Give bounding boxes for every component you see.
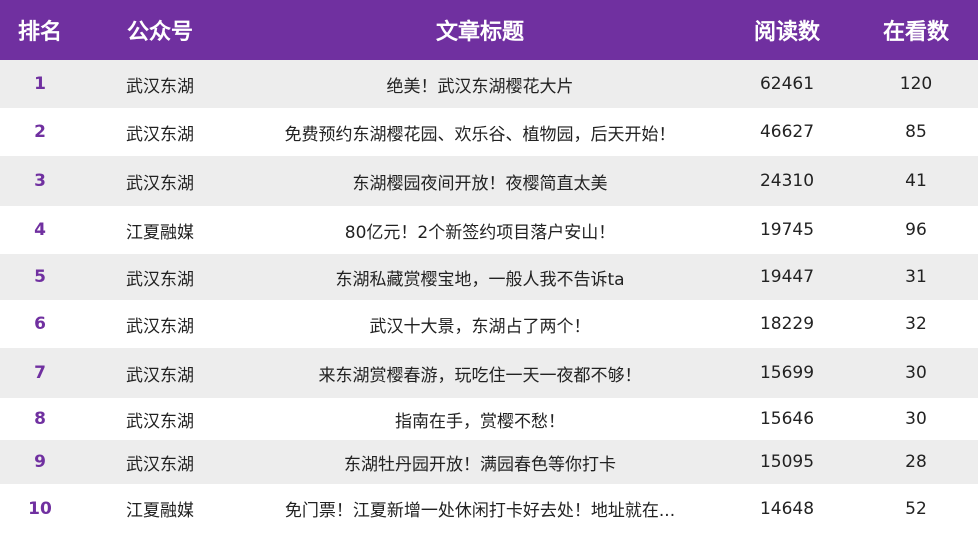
account-cell: 武汉东湖 xyxy=(126,316,194,337)
table-row[interactable]: 7 武汉东湖 来东湖赏樱春游，玩吃住一天一夜都不够！ 15699 30 xyxy=(0,348,978,398)
reads-cell: 46627 xyxy=(759,122,815,142)
views-cell: 41 xyxy=(905,171,927,191)
header-rank[interactable]: 排名 xyxy=(0,0,80,60)
reads-cell: 19447 xyxy=(759,267,815,287)
title-cell[interactable]: 武汉十大景，东湖占了两个！ xyxy=(240,300,720,348)
table-header: 排名 公众号 文章标题 阅读数 在看数 xyxy=(0,0,978,60)
rank-cell: 3 xyxy=(34,171,46,191)
table-row[interactable]: 6 武汉东湖 武汉十大景，东湖占了两个！ 18229 32 xyxy=(0,300,978,348)
reads-cell: 15699 xyxy=(759,363,815,383)
reads-cell: 24310 xyxy=(759,171,815,191)
account-cell: 江夏融媒 xyxy=(126,501,194,521)
rank-cell: 2 xyxy=(34,122,46,142)
rank-cell: 1 xyxy=(34,74,46,94)
views-cell: 30 xyxy=(905,363,927,383)
reads-cell: 15095 xyxy=(759,452,815,472)
title-cell[interactable]: 免门票！江夏新增一处休闲打卡好去处！地址就在... xyxy=(240,484,720,533)
table-row[interactable]: 10 江夏融媒 免门票！江夏新增一处休闲打卡好去处！地址就在... 14648 … xyxy=(0,484,978,533)
account-cell: 武汉东湖 xyxy=(126,173,194,194)
header-views[interactable]: 在看数 xyxy=(854,0,978,60)
title-cell[interactable]: 指南在手，赏樱不愁！ xyxy=(240,398,720,440)
header-account[interactable]: 公众号 xyxy=(80,0,240,60)
account-cell: 武汉东湖 xyxy=(126,269,194,290)
ranking-table: 排名 公众号 文章标题 阅读数 在看数 1 武汉东湖 绝美！武汉东湖樱花大片 6… xyxy=(0,0,978,533)
account-cell: 武汉东湖 xyxy=(126,124,194,145)
rank-cell: 7 xyxy=(34,363,46,383)
title-cell[interactable]: 东湖牡丹园开放！满园春色等你打卡 xyxy=(240,440,720,484)
reads-cell: 14648 xyxy=(759,498,815,519)
views-cell: 31 xyxy=(905,267,927,287)
account-cell: 武汉东湖 xyxy=(126,365,194,386)
views-cell: 96 xyxy=(905,220,927,240)
table-row[interactable]: 5 武汉东湖 东湖私藏赏樱宝地，一般人我不告诉ta 19447 31 xyxy=(0,254,978,300)
reads-cell: 62461 xyxy=(759,74,815,94)
header-title[interactable]: 文章标题 xyxy=(240,0,720,60)
account-cell: 江夏融媒 xyxy=(126,222,194,243)
rank-cell: 10 xyxy=(28,498,52,519)
rank-cell: 6 xyxy=(34,314,46,334)
table-row[interactable]: 4 江夏融媒 80亿元！2个新签约项目落户安山！ 19745 96 xyxy=(0,206,978,254)
header-reads[interactable]: 阅读数 xyxy=(720,0,854,60)
title-cell[interactable]: 来东湖赏樱春游，玩吃住一天一夜都不够！ xyxy=(240,348,720,398)
table-row[interactable]: 9 武汉东湖 东湖牡丹园开放！满园春色等你打卡 15095 28 xyxy=(0,440,978,484)
table-row[interactable]: 3 武汉东湖 东湖樱园夜间开放！夜樱简直太美 24310 41 xyxy=(0,156,978,206)
title-cell[interactable]: 东湖樱园夜间开放！夜樱简直太美 xyxy=(240,156,720,206)
views-cell: 32 xyxy=(905,314,927,334)
rank-cell: 5 xyxy=(34,267,46,287)
views-cell: 30 xyxy=(905,409,927,429)
views-cell: 52 xyxy=(905,498,927,519)
title-cell[interactable]: 绝美！武汉东湖樱花大片 xyxy=(240,60,720,108)
rank-cell: 9 xyxy=(34,452,46,472)
title-cell[interactable]: 东湖私藏赏樱宝地，一般人我不告诉ta xyxy=(240,254,720,300)
account-cell: 武汉东湖 xyxy=(126,76,194,97)
rank-cell: 4 xyxy=(34,220,46,240)
reads-cell: 19745 xyxy=(759,220,815,240)
views-cell: 28 xyxy=(905,452,927,472)
title-cell[interactable]: 免费预约东湖樱花园、欢乐谷、植物园，后天开始！ xyxy=(240,108,720,156)
views-cell: 85 xyxy=(905,122,927,142)
rank-cell: 8 xyxy=(34,409,46,429)
reads-cell: 15646 xyxy=(759,409,815,429)
views-cell: 120 xyxy=(899,74,933,94)
table-row[interactable]: 2 武汉东湖 免费预约东湖樱花园、欢乐谷、植物园，后天开始！ 46627 85 xyxy=(0,108,978,156)
account-cell: 武汉东湖 xyxy=(126,454,194,475)
reads-cell: 18229 xyxy=(759,314,815,334)
title-cell[interactable]: 80亿元！2个新签约项目落户安山！ xyxy=(240,206,720,254)
table-row[interactable]: 8 武汉东湖 指南在手，赏樱不愁！ 15646 30 xyxy=(0,398,978,440)
account-cell: 武汉东湖 xyxy=(126,411,194,432)
table-row[interactable]: 1 武汉东湖 绝美！武汉东湖樱花大片 62461 120 xyxy=(0,60,978,108)
